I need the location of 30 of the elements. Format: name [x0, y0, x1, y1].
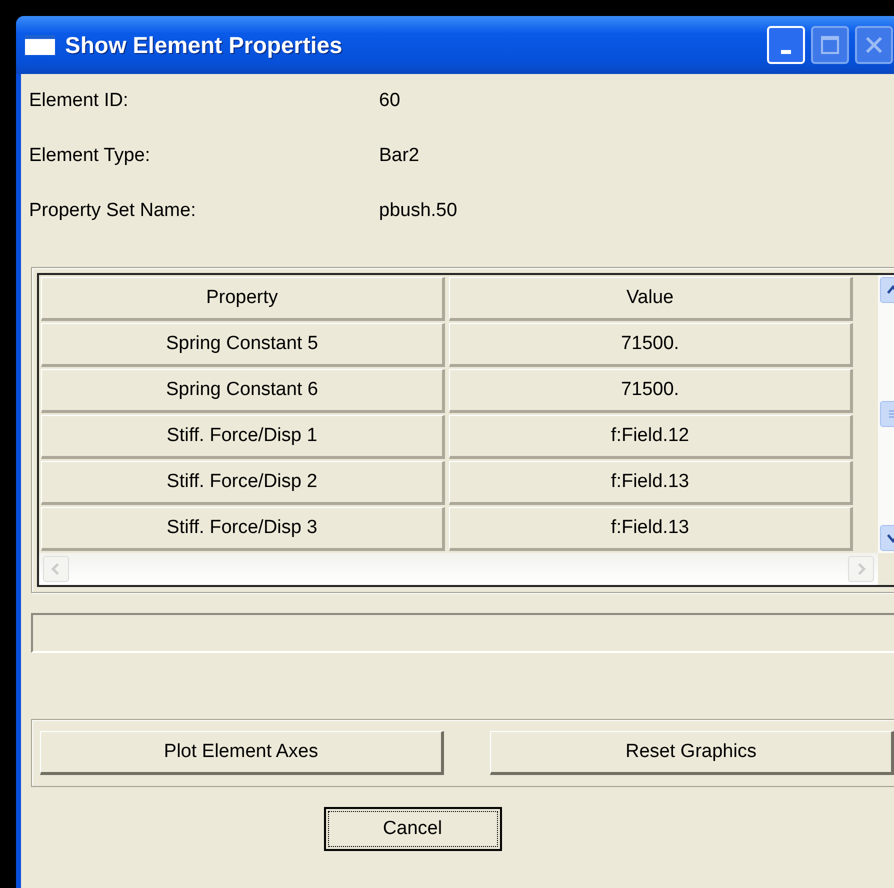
- minimize-button[interactable]: [767, 26, 805, 64]
- table-cell: Spring Constant 5: [41, 323, 445, 367]
- scroll-right-button[interactable]: [848, 556, 874, 582]
- action-button[interactable]: Reset Graphics: [490, 731, 894, 775]
- field-value: Bar2: [379, 145, 420, 167]
- window-title: Show Element Properties: [65, 32, 344, 58]
- table-cell: f:Field.13: [449, 461, 853, 505]
- table-cell: Stiff. Force/Disp 3: [41, 507, 445, 551]
- field-value: pbush.50: [379, 200, 458, 222]
- minimize-icon: [781, 50, 791, 54]
- table-cell: Stiff. Force/Disp 2: [41, 461, 445, 505]
- scroll-left-button[interactable]: [43, 556, 69, 582]
- table-cell: Stiff. Force/Disp 1: [41, 415, 445, 459]
- horizontal-scrollbar[interactable]: [39, 553, 878, 585]
- column-header[interactable]: Value: [449, 277, 853, 321]
- field-label: Element ID:: [29, 90, 130, 112]
- maximize-icon: [820, 35, 840, 55]
- field-value: 60: [379, 90, 400, 112]
- table-cell: 71500.: [449, 369, 853, 413]
- table-cell: 71500.: [449, 323, 853, 367]
- close-icon: [864, 35, 884, 55]
- table-cell: Spring Constant 6: [41, 369, 445, 413]
- table-cell: f:Field.13: [449, 507, 853, 551]
- table-cell: f:Field.12: [449, 415, 853, 459]
- field-label: Element Type:: [29, 145, 152, 167]
- cancel-button[interactable]: Cancel: [324, 807, 502, 851]
- column-header[interactable]: Property: [41, 277, 445, 321]
- window-icon: [25, 35, 55, 55]
- field-label: Property Set Name:: [29, 200, 197, 222]
- action-button[interactable]: Plot Element Axes: [40, 731, 444, 775]
